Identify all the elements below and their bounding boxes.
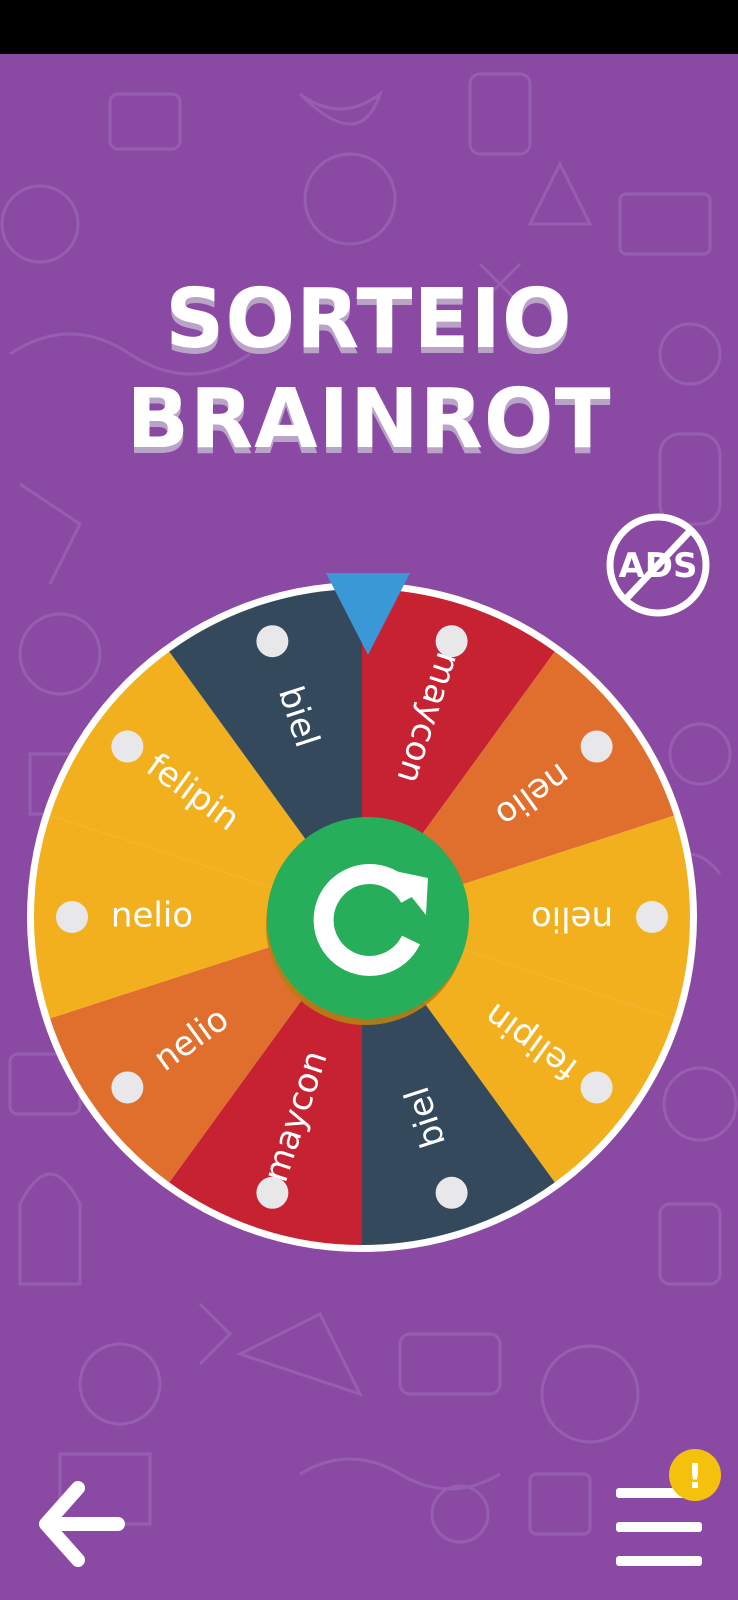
wheel-peg xyxy=(256,625,289,658)
alert-badge-label: ! xyxy=(687,1457,703,1497)
prize-wheel[interactable]: felipinbiel mayconnelioneliofelipinbielma… xyxy=(0,0,738,1600)
wheel-segment-label: nelio xyxy=(531,899,613,939)
wheel-peg xyxy=(580,730,613,763)
wheel-peg xyxy=(636,901,668,933)
back-button[interactable] xyxy=(34,1476,130,1572)
wheel-peg xyxy=(111,1071,144,1104)
spin-button-face xyxy=(267,817,469,1019)
alert-badge: ! xyxy=(669,1449,721,1501)
wheel-peg xyxy=(435,625,468,658)
wheel-peg xyxy=(256,1176,289,1209)
spin-button[interactable] xyxy=(266,817,469,1025)
wheel-peg xyxy=(580,1071,613,1104)
wheel-peg xyxy=(435,1176,468,1209)
wheel-segment-label: nelio xyxy=(111,896,193,936)
wheel-peg xyxy=(56,901,88,933)
wheel-peg xyxy=(111,730,144,763)
arrow-left-icon xyxy=(39,1481,125,1567)
